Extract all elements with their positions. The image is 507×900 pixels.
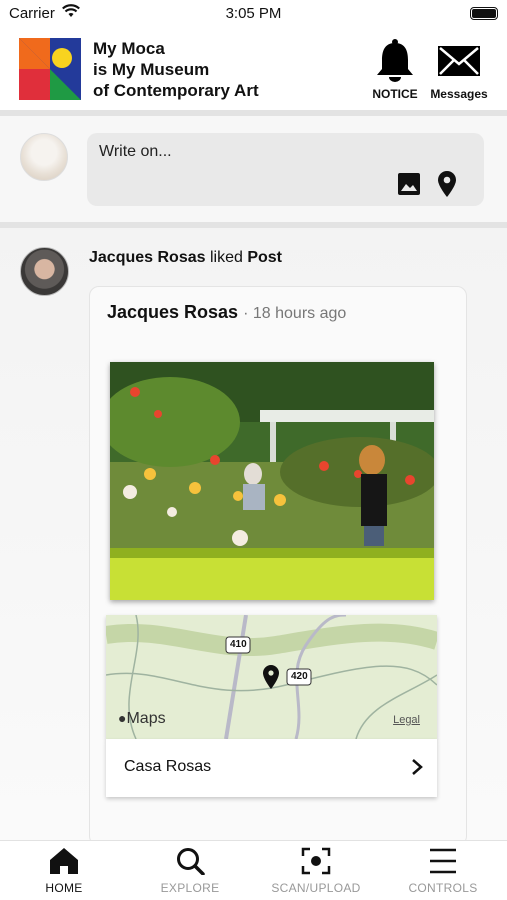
- envelope-icon: [438, 46, 480, 76]
- activity-object[interactable]: Post: [247, 249, 282, 266]
- my-avatar[interactable]: [20, 133, 68, 181]
- brand-line-3: of Contemporary Art: [93, 81, 259, 100]
- tab-scan-upload-label: SCAN/UPLOAD: [271, 881, 361, 895]
- messages-label: Messages: [430, 87, 488, 101]
- notice-button[interactable]: NOTICE: [368, 38, 422, 101]
- app-header: My Moca is My Museum of Contemporary Art…: [0, 28, 507, 110]
- apple-maps-attribution: ●Maps: [118, 710, 166, 728]
- user-avatar[interactable]: [20, 247, 69, 296]
- tab-home-label: HOME: [45, 881, 83, 895]
- legal-link[interactable]: Legal: [393, 714, 420, 726]
- tab-explore[interactable]: EXPLORE: [127, 847, 253, 895]
- activity-verb: liked: [209, 249, 243, 266]
- status-bar: Carrier 3:05 PM: [0, 0, 507, 28]
- place-row[interactable]: Casa Rosas: [106, 739, 437, 797]
- battery-icon: [470, 7, 498, 20]
- write-post-input[interactable]: Write on...: [87, 133, 484, 206]
- maps-label: Maps: [126, 710, 166, 727]
- tab-bar: HOME EXPLORE SCAN/UPLOAD CONTROLS: [0, 840, 507, 900]
- post-header: Jacques Rosas · 18 hours ago: [107, 302, 347, 322]
- road-label-410: 410: [230, 639, 247, 650]
- activity-user[interactable]: Jacques Rosas: [89, 249, 206, 266]
- activity-line: Jacques Rosas liked Post: [89, 249, 282, 267]
- brand-line-1: My Moca: [93, 39, 165, 58]
- post-author[interactable]: Jacques Rosas: [107, 302, 238, 322]
- tab-controls[interactable]: CONTROLS: [380, 847, 506, 895]
- notice-label: NOTICE: [372, 87, 418, 101]
- home-icon: [50, 848, 78, 874]
- tab-home[interactable]: HOME: [1, 847, 127, 895]
- menu-icon: [430, 848, 456, 874]
- scan-icon: [301, 847, 331, 875]
- write-placeholder: Write on...: [99, 143, 172, 160]
- location-map[interactable]: 410 420 ●Maps Legal: [106, 615, 437, 739]
- messages-button[interactable]: Messages: [424, 38, 494, 101]
- tab-scan-upload[interactable]: SCAN/UPLOAD: [253, 847, 379, 895]
- chevron-right-icon: [411, 758, 423, 781]
- post-card[interactable]: Jacques Rosas · 18 hours ago 410 420 ●Ma…: [89, 286, 467, 900]
- search-icon: [177, 848, 205, 875]
- tab-controls-label: CONTROLS: [408, 881, 478, 895]
- location-pin-icon[interactable]: [438, 171, 456, 202]
- place-name: Casa Rosas: [124, 758, 212, 775]
- feed: Jacques Rosas liked Post Jacques Rosas ·…: [0, 228, 507, 900]
- road-label-420: 420: [291, 671, 308, 682]
- image-icon[interactable]: [398, 173, 420, 200]
- post-photo[interactable]: [110, 362, 434, 600]
- clock: 3:05 PM: [225, 5, 282, 22]
- post-composer: Write on...: [0, 116, 507, 222]
- post-timestamp: 18 hours ago: [252, 305, 347, 322]
- moca-logo: [19, 38, 81, 100]
- bell-icon: [377, 39, 413, 82]
- tab-explore-label: EXPLORE: [160, 881, 220, 895]
- brand-line-2: is My Museum: [93, 60, 210, 79]
- brand-title: My Moca is My Museum of Contemporary Art: [93, 38, 333, 101]
